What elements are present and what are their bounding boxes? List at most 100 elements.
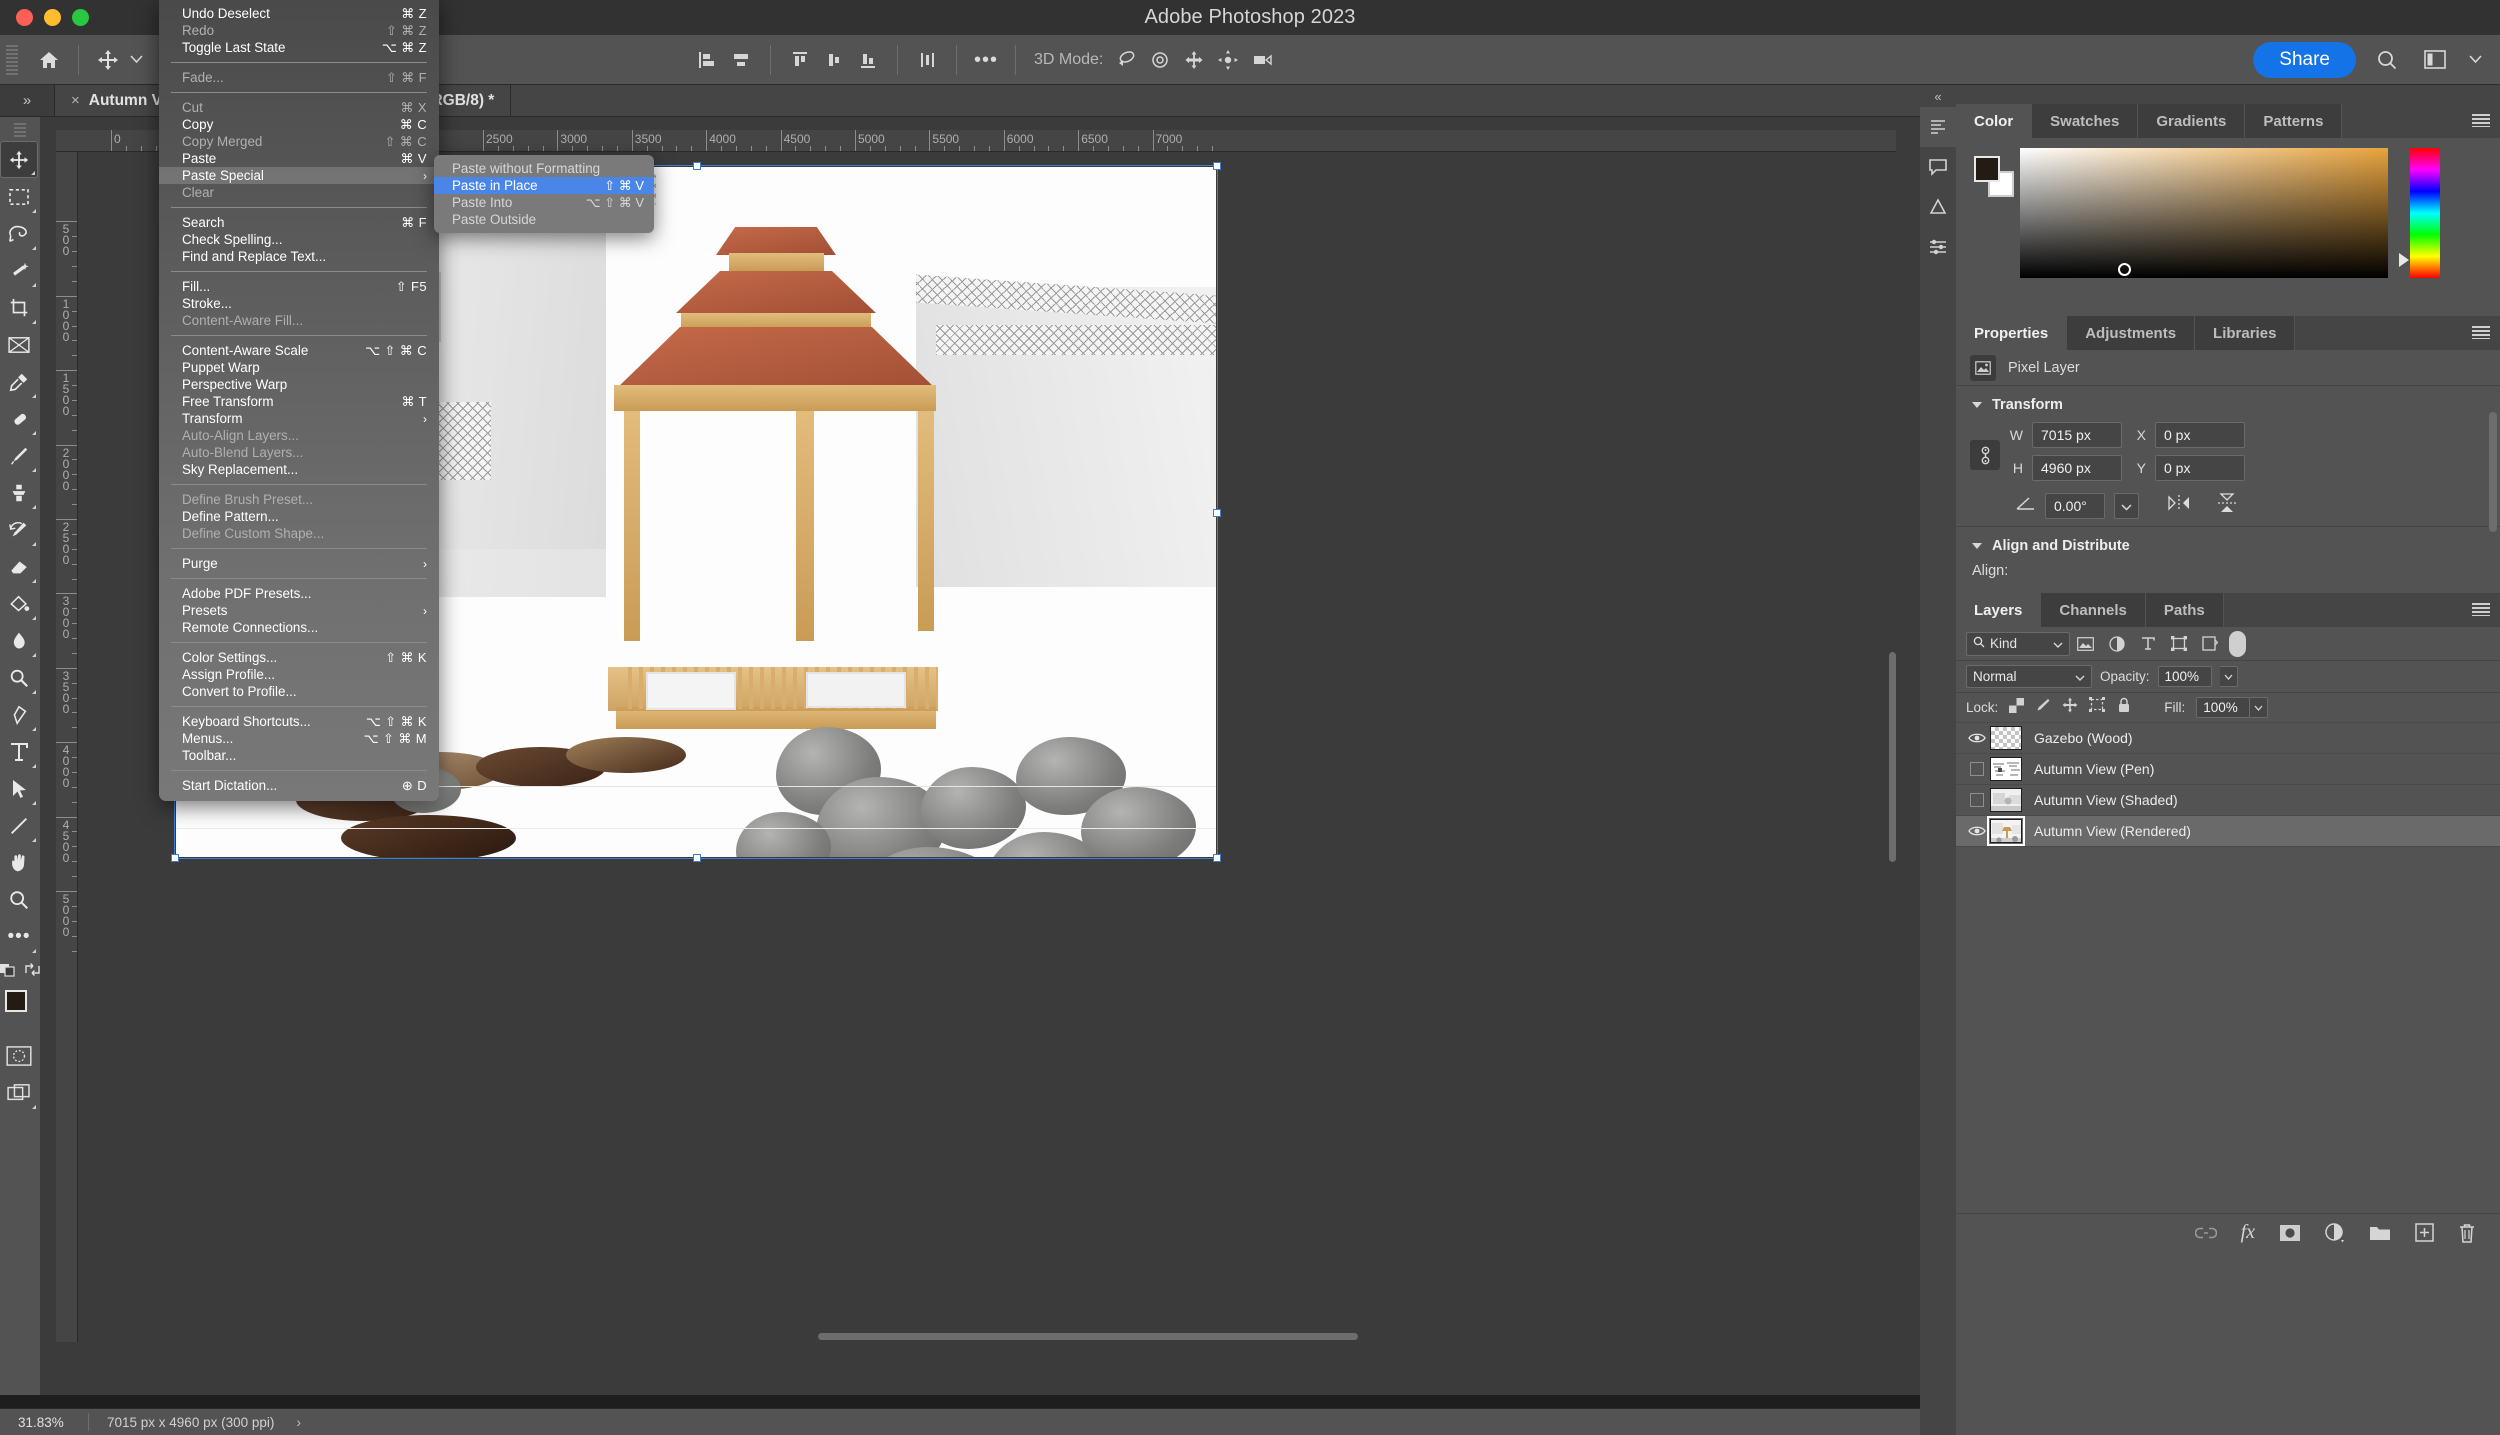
blend-mode-select[interactable]: Normal: [1966, 665, 2092, 688]
tab-adjustments[interactable]: Adjustments: [2067, 316, 2196, 350]
table-row[interactable]: Gazebo (Wood): [1956, 723, 2500, 754]
new-layer-icon[interactable]: [2415, 1223, 2434, 1242]
properties-panel-icon[interactable]: [1920, 227, 1956, 267]
search-icon[interactable]: [2370, 43, 2404, 77]
layer-name[interactable]: Gazebo (Wood): [2034, 730, 2133, 746]
pixel-filter-icon[interactable]: [2070, 631, 2101, 657]
opacity-field[interactable]: 100%: [2157, 666, 2212, 687]
menu-item-keyboard-shortcuts[interactable]: Keyboard Shortcuts... ⌥ ⇧ ⌘ K: [159, 713, 439, 730]
screen-mode-icon[interactable]: [0, 1074, 38, 1111]
foreground-color-swatch[interactable]: [1974, 156, 2000, 182]
chevron-down-icon[interactable]: [2075, 669, 2085, 684]
submenu-item-paste-in-place[interactable]: Paste in Place ⇧ ⌘ V: [434, 177, 654, 194]
close-icon[interactable]: ×: [71, 92, 80, 109]
new-group-icon[interactable]: [2369, 1224, 2391, 1241]
slide-3d-icon[interactable]: [1211, 43, 1245, 77]
foreground-color-swatch[interactable]: [5, 990, 27, 1012]
width-field[interactable]: 7015 px: [2032, 422, 2122, 448]
tab-channels[interactable]: Channels: [2041, 593, 2146, 627]
roll-3d-icon[interactable]: [1143, 43, 1177, 77]
align-top-icon[interactable]: [783, 43, 817, 77]
menu-item-toggle-last-state[interactable]: Toggle Last State ⌥ ⌘ Z: [159, 39, 439, 56]
menu-item-start-dictation[interactable]: Start Dictation... ⊕ D: [159, 777, 439, 794]
pan-3d-icon[interactable]: [1177, 43, 1211, 77]
menu-item-toolbar[interactable]: Toolbar...: [159, 747, 439, 764]
toolbar-collapse-button[interactable]: »: [0, 85, 55, 116]
chevron-down-icon[interactable]: [1972, 402, 1982, 408]
menu-item-purge[interactable]: Purge ›: [159, 555, 439, 572]
flip-vertical-icon[interactable]: [2215, 492, 2239, 519]
menu-item-find-and-replace-text[interactable]: Find and Replace Text...: [159, 248, 439, 265]
selection-handle-mr[interactable]: [1213, 509, 1221, 517]
chevron-down-icon[interactable]: [2053, 636, 2063, 651]
hand-tool[interactable]: [0, 844, 38, 881]
menu-item-undo-deselect[interactable]: Undo Deselect ⌘ Z: [159, 5, 439, 22]
dock-collapse-button[interactable]: «: [1920, 85, 1956, 107]
layer-thumbnail[interactable]: [1990, 757, 2022, 781]
x-field[interactable]: 0 px: [2155, 422, 2245, 448]
color-field-cursor[interactable]: [2118, 263, 2131, 276]
menu-item-paste[interactable]: Paste ⌘ V: [159, 150, 439, 167]
home-icon[interactable]: [32, 43, 66, 77]
menu-item-perspective-warp[interactable]: Perspective Warp: [159, 376, 439, 393]
status-expand-arrow[interactable]: ›: [296, 1414, 301, 1430]
vertical-ruler[interactable]: 500 1000 1500 2000 2500 3000 3500 4000 4500 5000: [56, 152, 78, 1342]
dodge-tool[interactable]: [0, 659, 38, 696]
hue-slider-pointer[interactable]: [2399, 253, 2409, 267]
menu-item-remote-connections[interactable]: Remote Connections...: [159, 619, 439, 636]
menu-item-transform[interactable]: Transform ›: [159, 410, 439, 427]
selection-handle-tr[interactable]: [1213, 162, 1221, 170]
adjustment-filter-icon[interactable]: [2101, 631, 2132, 657]
pen-tool[interactable]: [0, 696, 38, 733]
layer-name[interactable]: Autumn View (Shaded): [2034, 792, 2178, 808]
blur-tool[interactable]: [0, 622, 38, 659]
align-horizontal-center-icon[interactable]: [724, 43, 758, 77]
type-filter-icon[interactable]: [2132, 631, 2163, 657]
default-colors-icon[interactable]: [0, 962, 17, 982]
menu-item-adobe-pdf-presets[interactable]: Adobe PDF Presets...: [159, 585, 439, 602]
eraser-tool[interactable]: [0, 548, 38, 585]
options-bar-grip[interactable]: [6, 44, 18, 75]
tab-gradients[interactable]: Gradients: [2138, 104, 2246, 138]
move-tool[interactable]: [0, 141, 38, 178]
edit-menu[interactable]: Undo Deselect ⌘ Z Redo ⇧ ⌘ Z Toggle Last Sta…: [159, 0, 439, 801]
gradient-tool[interactable]: [0, 585, 38, 622]
menu-item-stroke[interactable]: Stroke...: [159, 295, 439, 312]
more-options-icon[interactable]: •••: [969, 43, 1003, 77]
frame-tool[interactable]: [0, 326, 38, 363]
menu-item-content-aware-scale[interactable]: Content-Aware Scale ⌥ ⇧ ⌘ C: [159, 342, 439, 359]
layer-visibility-toggle[interactable]: [1964, 825, 1990, 837]
menu-item-define-pattern[interactable]: Define Pattern...: [159, 508, 439, 525]
move-tool-icon[interactable]: [91, 43, 125, 77]
zoom-level[interactable]: 31.83%: [0, 1415, 88, 1430]
canvas-horizontal-scrollbar[interactable]: [78, 1331, 1898, 1342]
color-field[interactable]: [2020, 148, 2388, 278]
history-panel-icon[interactable]: [1920, 107, 1956, 147]
canvas-vertical-scrollbar[interactable]: [1887, 152, 1898, 1342]
distribute-icon[interactable]: [910, 43, 944, 77]
table-row[interactable]: Autumn View (Rendered): [1956, 816, 2500, 847]
menu-item-paste-special[interactable]: Paste Special ›: [159, 167, 439, 184]
layer-style-fx-icon[interactable]: fx: [2241, 1221, 2255, 1244]
layer-visibility-toggle[interactable]: [1964, 793, 1990, 807]
menu-item-fill[interactable]: Fill... ⇧ F5: [159, 278, 439, 295]
filter-toggle-icon[interactable]: [2229, 630, 2246, 657]
align-bottom-icon[interactable]: [851, 43, 885, 77]
tab-layers[interactable]: Layers: [1956, 593, 2042, 627]
crop-tool[interactable]: [0, 289, 38, 326]
toolbar-grip[interactable]: [14, 123, 26, 137]
transform-section-header[interactable]: Transform: [1956, 386, 2500, 422]
menu-item-free-transform[interactable]: Free Transform ⌘ T: [159, 393, 439, 410]
tab-paths[interactable]: Paths: [2145, 593, 2224, 627]
history-brush-tool[interactable]: [0, 511, 38, 548]
layer-thumbnail[interactable]: [1990, 788, 2022, 812]
layer-visibility-toggle[interactable]: [1964, 762, 1990, 776]
fill-stepper-chevron-down-icon[interactable]: [2250, 697, 2269, 718]
edit-toolbar-more-icon[interactable]: •••: [0, 918, 38, 955]
smart-object-filter-icon[interactable]: [2194, 631, 2225, 657]
fill-field[interactable]: 100%: [2196, 697, 2251, 718]
zoom-tool[interactable]: [0, 881, 38, 918]
align-vertical-center-icon[interactable]: [817, 43, 851, 77]
layer-mask-icon[interactable]: [2279, 1224, 2301, 1242]
hue-slider[interactable]: [2399, 148, 2440, 278]
